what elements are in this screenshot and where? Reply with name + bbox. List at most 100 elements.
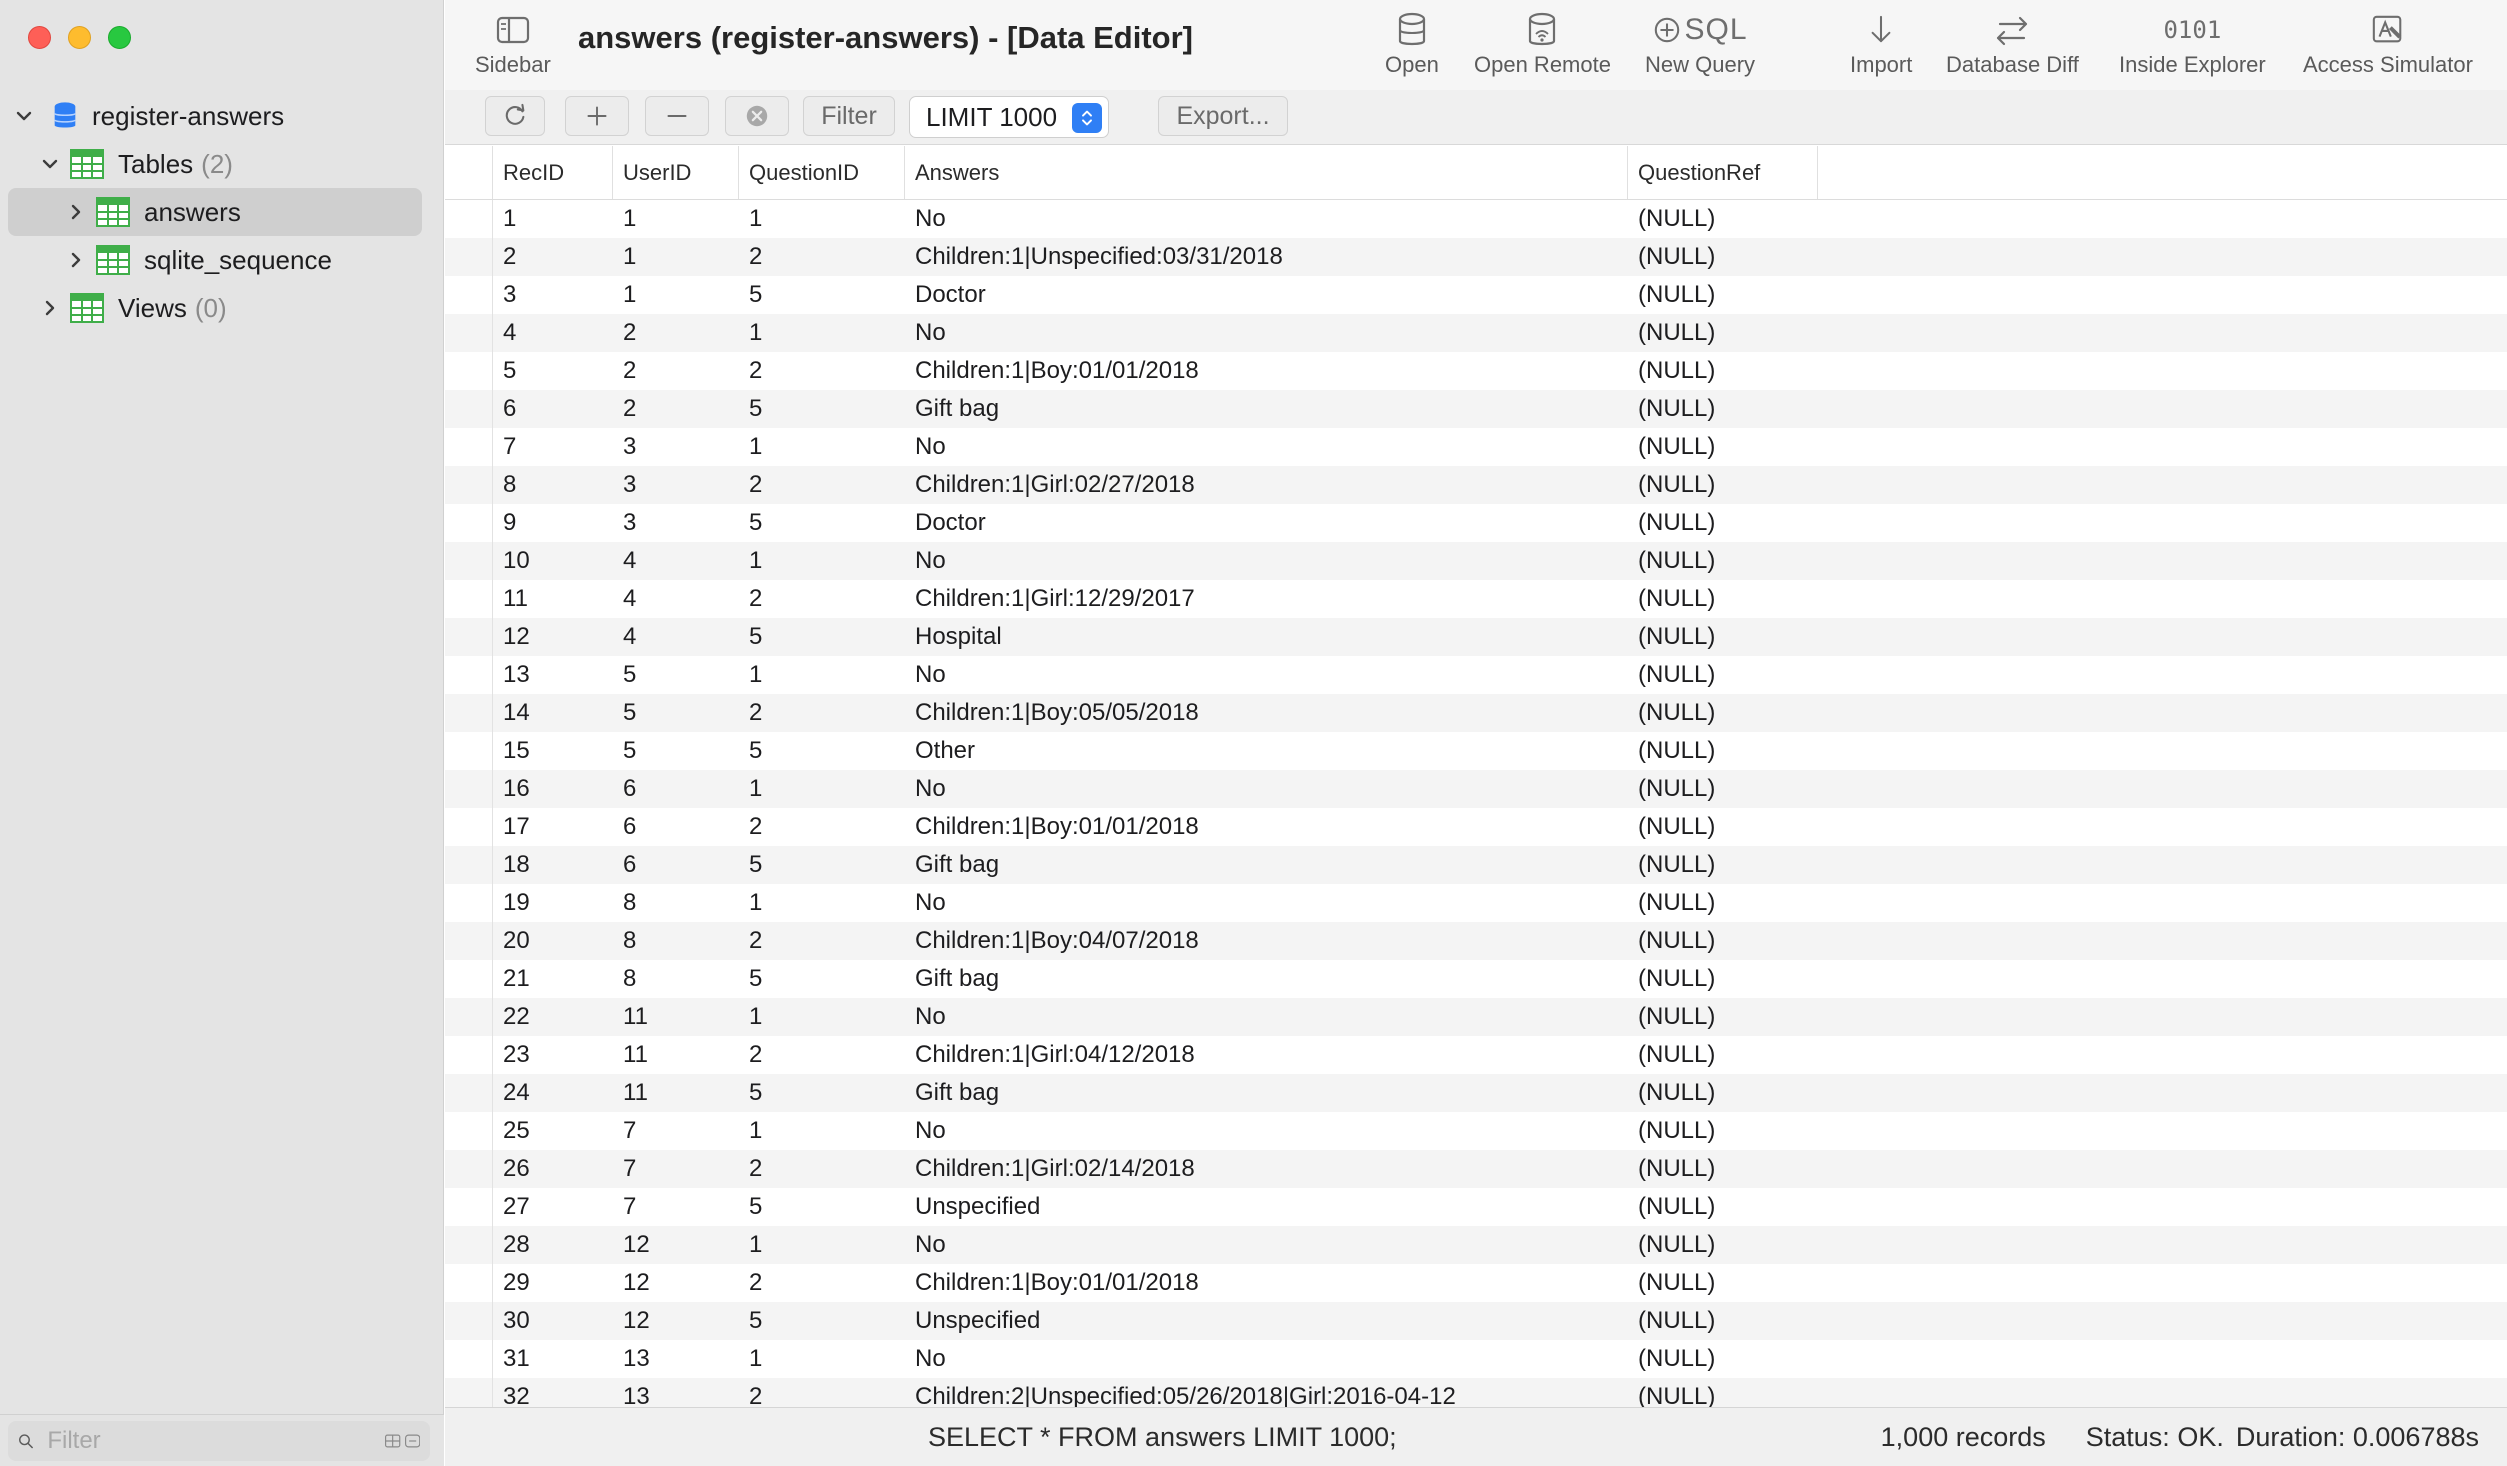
table-row[interactable]: 4 2 1 No (NULL)	[445, 314, 2507, 352]
filter-toggle-icon[interactable]	[404, 1430, 420, 1452]
cell-recid[interactable]: 2	[493, 238, 613, 276]
row-gutter[interactable]	[445, 314, 493, 352]
row-gutter[interactable]	[445, 504, 493, 542]
column-header-answers[interactable]: Answers	[905, 146, 1628, 199]
cell-userid[interactable]: 1	[613, 200, 739, 238]
inside-explorer-button[interactable]: 0101 Inside Explorer	[2119, 8, 2266, 78]
row-gutter[interactable]	[445, 1074, 493, 1112]
cell-recid[interactable]: 21	[493, 960, 613, 998]
column-header-userid[interactable]: UserID	[613, 146, 739, 199]
cell-recid[interactable]: 12	[493, 618, 613, 656]
cell-recid[interactable]: 8	[493, 466, 613, 504]
cell-questionid[interactable]: 5	[739, 504, 905, 542]
cell-recid[interactable]: 10	[493, 542, 613, 580]
minimize-window-button[interactable]	[68, 26, 91, 49]
table-row[interactable]: 12 4 5 Hospital (NULL)	[445, 618, 2507, 656]
table-row[interactable]: 21 8 5 Gift bag (NULL)	[445, 960, 2507, 998]
cell-questionref[interactable]: (NULL)	[1628, 200, 1818, 238]
row-gutter[interactable]	[445, 770, 493, 808]
row-gutter[interactable]	[445, 922, 493, 960]
row-gutter[interactable]	[445, 390, 493, 428]
add-row-button[interactable]	[565, 96, 629, 136]
cell-userid[interactable]: 7	[613, 1112, 739, 1150]
table-row[interactable]: 32 13 2 Children:2|Unspecified:05/26/2018|G…	[445, 1378, 2507, 1407]
row-gutter[interactable]	[445, 656, 493, 694]
cell-questionref[interactable]: (NULL)	[1628, 1150, 1818, 1188]
row-gutter[interactable]	[445, 1264, 493, 1302]
tree-item-tables[interactable]: Tables (2)	[0, 140, 444, 188]
table-row[interactable]: 5 2 2 Children:1|Boy:01/01/2018 (NULL)	[445, 352, 2507, 390]
cell-questionref[interactable]: (NULL)	[1628, 998, 1818, 1036]
tree-item-table-answers[interactable]: answers	[8, 188, 422, 236]
row-gutter[interactable]	[445, 542, 493, 580]
cell-recid[interactable]: 3	[493, 276, 613, 314]
cell-questionid[interactable]: 5	[739, 276, 905, 314]
cell-questionref[interactable]: (NULL)	[1628, 732, 1818, 770]
row-gutter[interactable]	[445, 732, 493, 770]
new-query-button[interactable]: SQL New Query	[1645, 8, 1755, 78]
clear-filter-button[interactable]	[725, 96, 789, 136]
tree-item-views[interactable]: Views (0)	[0, 284, 444, 332]
table-row[interactable]: 8 3 2 Children:1|Girl:02/27/2018 (NULL)	[445, 466, 2507, 504]
cell-userid[interactable]: 6	[613, 808, 739, 846]
cell-questionref[interactable]: (NULL)	[1628, 1302, 1818, 1340]
cell-answers[interactable]: Unspecified	[905, 1188, 1628, 1226]
cell-questionid[interactable]: 5	[739, 1074, 905, 1112]
cell-recid[interactable]: 28	[493, 1226, 613, 1264]
cell-questionref[interactable]: (NULL)	[1628, 1340, 1818, 1378]
cell-userid[interactable]: 12	[613, 1302, 739, 1340]
column-header-questionid[interactable]: QuestionID	[739, 146, 905, 199]
row-gutter[interactable]	[445, 846, 493, 884]
cell-questionref[interactable]: (NULL)	[1628, 542, 1818, 580]
cell-recid[interactable]: 14	[493, 694, 613, 732]
cell-userid[interactable]: 2	[613, 314, 739, 352]
row-gutter[interactable]	[445, 618, 493, 656]
cell-recid[interactable]: 15	[493, 732, 613, 770]
table-row[interactable]: 17 6 2 Children:1|Boy:01/01/2018 (NULL)	[445, 808, 2507, 846]
cell-userid[interactable]: 3	[613, 428, 739, 466]
row-gutter[interactable]	[445, 1340, 493, 1378]
cell-answers[interactable]: No	[905, 770, 1628, 808]
cell-questionid[interactable]: 1	[739, 770, 905, 808]
cell-userid[interactable]: 7	[613, 1150, 739, 1188]
cell-answers[interactable]: Children:2|Unspecified:05/26/2018|Girl:2…	[905, 1378, 1628, 1407]
cell-questionid[interactable]: 1	[739, 1340, 905, 1378]
cell-questionref[interactable]: (NULL)	[1628, 618, 1818, 656]
cell-recid[interactable]: 24	[493, 1074, 613, 1112]
row-gutter[interactable]	[445, 276, 493, 314]
cell-userid[interactable]: 1	[613, 238, 739, 276]
cell-recid[interactable]: 6	[493, 390, 613, 428]
cell-questionref[interactable]: (NULL)	[1628, 1188, 1818, 1226]
row-gutter[interactable]	[445, 998, 493, 1036]
tree-item-database[interactable]: register-answers	[0, 92, 444, 140]
cell-questionref[interactable]: (NULL)	[1628, 1112, 1818, 1150]
table-row[interactable]: 1 1 1 No (NULL)	[445, 200, 2507, 238]
chevron-right-icon[interactable]	[40, 298, 60, 318]
cell-userid[interactable]: 8	[613, 960, 739, 998]
cell-questionref[interactable]: (NULL)	[1628, 770, 1818, 808]
tree-item-table-sqlite-sequence[interactable]: sqlite_sequence	[0, 236, 444, 284]
cell-answers[interactable]: Gift bag	[905, 1074, 1628, 1112]
cell-answers[interactable]: No	[905, 314, 1628, 352]
cell-questionid[interactable]: 5	[739, 1188, 905, 1226]
row-gutter[interactable]	[445, 1302, 493, 1340]
delete-row-button[interactable]	[645, 96, 709, 136]
cell-recid[interactable]: 18	[493, 846, 613, 884]
cell-questionid[interactable]: 1	[739, 428, 905, 466]
row-gutter[interactable]	[445, 238, 493, 276]
cell-userid[interactable]: 13	[613, 1340, 739, 1378]
cell-answers[interactable]: Gift bag	[905, 846, 1628, 884]
open-button[interactable]: Open	[1385, 8, 1439, 78]
cell-answers[interactable]: Children:1|Girl:04/12/2018	[905, 1036, 1628, 1074]
row-gutter[interactable]	[445, 200, 493, 238]
open-remote-button[interactable]: Open Remote	[1474, 8, 1611, 78]
cell-recid[interactable]: 25	[493, 1112, 613, 1150]
cell-questionid[interactable]: 2	[739, 1378, 905, 1407]
cell-questionid[interactable]: 5	[739, 732, 905, 770]
close-window-button[interactable]	[28, 26, 51, 49]
table-row[interactable]: 22 11 1 No (NULL)	[445, 998, 2507, 1036]
cell-questionid[interactable]: 1	[739, 200, 905, 238]
cell-questionid[interactable]: 1	[739, 542, 905, 580]
table-row[interactable]: 10 4 1 No (NULL)	[445, 542, 2507, 580]
row-gutter[interactable]	[445, 1378, 493, 1407]
